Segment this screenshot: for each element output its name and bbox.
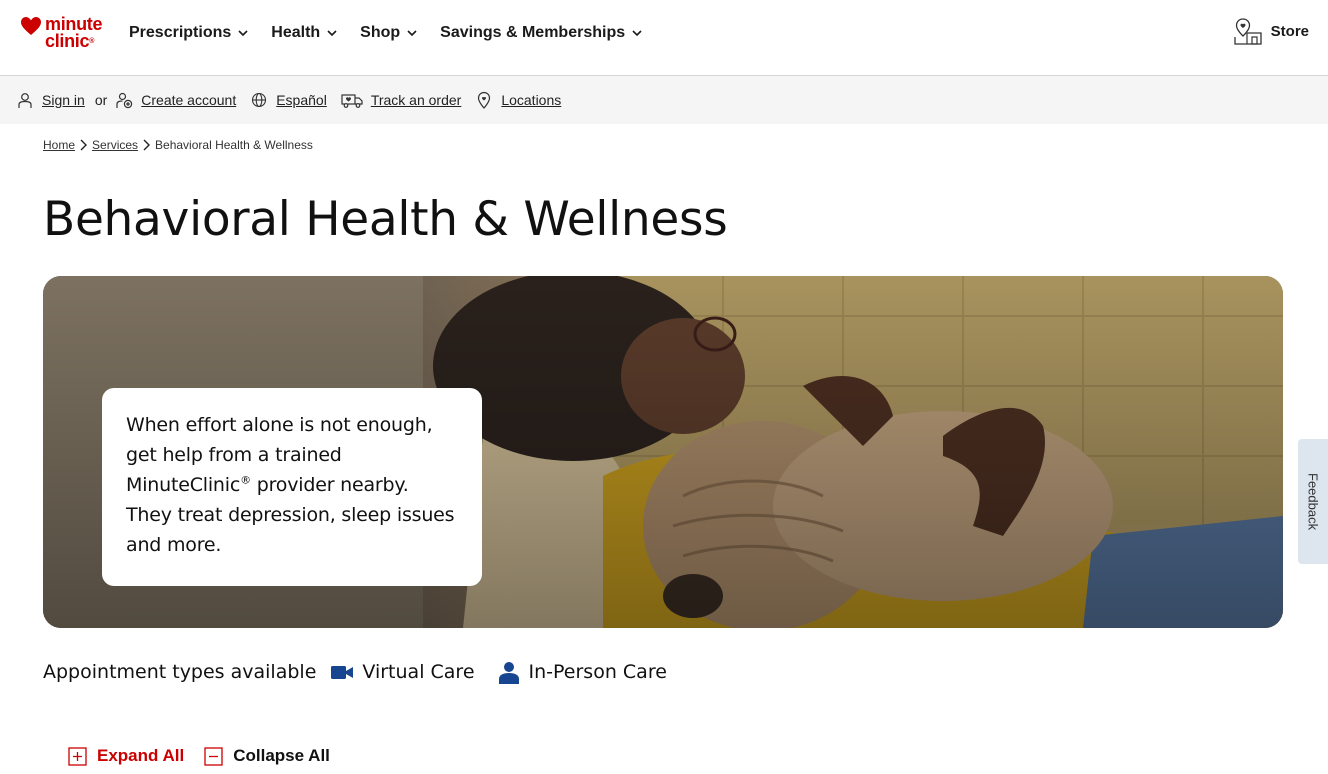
in-person-care-badge: In-Person Care xyxy=(497,660,667,684)
breadcrumb-home[interactable]: Home xyxy=(43,138,75,152)
chevron-down-icon xyxy=(632,30,642,37)
logo-wordmark: minute clinic® xyxy=(45,15,103,51)
chevron-down-icon xyxy=(327,30,337,37)
chevron-right-icon xyxy=(143,139,151,151)
person-icon xyxy=(498,662,519,684)
user-icon xyxy=(18,93,32,108)
plus-square-icon xyxy=(68,746,87,766)
hero-text-line: get help from a trained xyxy=(126,444,342,466)
nav-prescriptions-label: Prescriptions xyxy=(129,24,232,41)
minus-square-icon xyxy=(204,746,223,766)
globe-icon xyxy=(252,92,267,108)
collapse-all-button[interactable]: Collapse All xyxy=(204,746,330,766)
utility-bar: Sign in or Create account Español Track … xyxy=(0,76,1328,124)
breadcrumb-services[interactable]: Services xyxy=(92,138,138,152)
or-text: or xyxy=(94,92,108,108)
sign-in-link[interactable]: Sign in xyxy=(42,92,85,108)
track-order-link[interactable]: Track an order xyxy=(371,92,462,108)
chevron-right-icon xyxy=(80,139,88,151)
feedback-label: Feedback xyxy=(1305,472,1321,531)
store-label: Store xyxy=(1270,22,1309,40)
nav-shop[interactable]: Shop xyxy=(360,24,418,42)
hero-text-line: They treat depression, sleep issues xyxy=(126,504,455,526)
heart-icon xyxy=(21,17,41,35)
nav-health-label: Health xyxy=(271,24,321,41)
espanol-link[interactable]: Español xyxy=(276,92,327,108)
create-account-group: Create account xyxy=(115,91,236,109)
main-nav: Prescriptions Health Shop Savings & Memb… xyxy=(129,24,643,42)
locations-link[interactable]: Locations xyxy=(501,92,561,108)
delivery-truck-icon xyxy=(341,94,363,108)
nav-savings-memberships[interactable]: Savings & Memberships xyxy=(440,24,643,42)
store-locator-icon xyxy=(1234,18,1262,45)
virtual-care-badge: Virtual Care xyxy=(330,660,475,684)
expand-all-button[interactable]: Expand All xyxy=(68,746,184,766)
breadcrumb-current: Behavioral Health & Wellness xyxy=(155,138,313,152)
hero-text-rest: provider nearby. xyxy=(250,474,409,496)
create-account-link[interactable]: Create account xyxy=(141,92,236,108)
in-person-care-label: In-Person Care xyxy=(528,661,667,683)
collapse-all-label: Collapse All xyxy=(233,746,330,765)
track-order-group: Track an order xyxy=(341,91,462,109)
chevron-down-icon xyxy=(407,30,417,37)
hero-brand-word: MinuteClinic xyxy=(126,474,241,496)
nav-savings-label: Savings & Memberships xyxy=(440,24,626,41)
registered-mark: ® xyxy=(240,473,251,487)
page-title: Behavioral Health & Wellness xyxy=(43,192,728,247)
location-pin-icon xyxy=(478,91,491,109)
virtual-care-label: Virtual Care xyxy=(362,661,475,683)
hero-banner: When effort alone is not enough, get hel… xyxy=(43,276,1283,628)
minuteclinic-logo[interactable]: minute clinic® xyxy=(20,15,103,51)
hero-text-line: When effort alone is not enough, xyxy=(126,414,433,436)
add-user-icon xyxy=(116,92,133,109)
appointment-types: Appointment types available Virtual Care… xyxy=(43,660,667,684)
logo-registered-mark: ® xyxy=(89,38,95,45)
chevron-down-icon xyxy=(238,30,248,37)
top-header: minute clinic® Prescriptions Health Shop… xyxy=(0,0,1328,76)
nav-health[interactable]: Health xyxy=(271,24,338,42)
language-group: Español xyxy=(250,91,327,109)
feedback-tab[interactable]: Feedback xyxy=(1298,439,1328,564)
accordion-controls: Expand All Collapse All xyxy=(68,746,330,766)
nav-shop-label: Shop xyxy=(360,24,401,41)
appointment-types-label: Appointment types available xyxy=(43,661,317,683)
nav-prescriptions[interactable]: Prescriptions xyxy=(129,24,249,42)
store-link[interactable]: Store xyxy=(1233,17,1309,45)
breadcrumb: Home Services Behavioral Health & Wellne… xyxy=(43,138,313,152)
video-camera-icon xyxy=(331,666,354,679)
logo-line-clinic: clinic xyxy=(45,31,90,51)
expand-all-label: Expand All xyxy=(97,746,185,765)
hero-text-line: and more. xyxy=(126,534,222,556)
hero-text-line: MinuteClinic® provider nearby. xyxy=(126,470,458,500)
hero-message-card: When effort alone is not enough, get hel… xyxy=(102,388,482,586)
locations-group: Locations xyxy=(475,91,561,109)
sign-in-group: Sign in xyxy=(16,91,85,109)
